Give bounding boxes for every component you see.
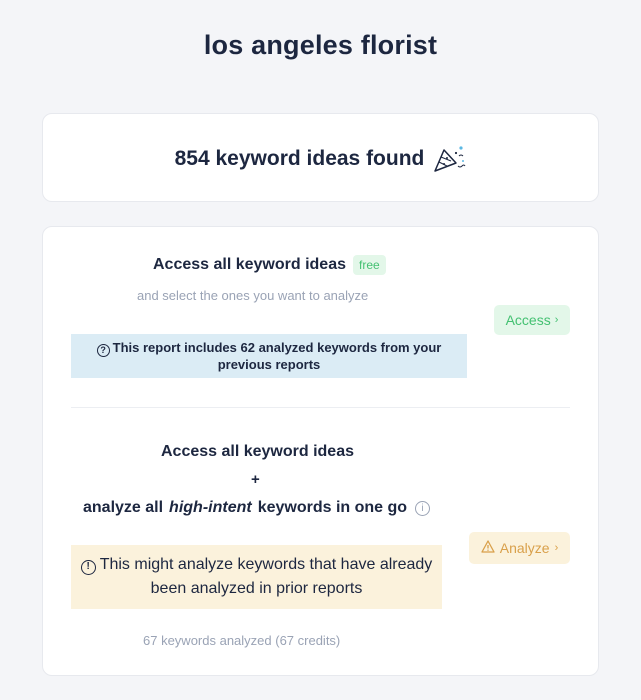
keyword-count-text: 854 keyword ideas found [174,147,425,170]
free-access-subtitle: and select the ones you want to analyze [137,288,369,303]
analyzed-keywords-info-banner: ? This report includes 62 analyzed keywor… [71,334,467,378]
party-popper-icon [432,144,466,174]
access-button-label: Access [505,312,551,328]
info-banner-text: This report includes 62 analyzed keyword… [112,340,442,372]
high-intent-emphasis: high-intent [169,499,252,516]
actions-card: Access all keyword ideas free and select… [42,226,599,676]
analyze-section: Access all keyword ideas + analyze all h… [43,408,598,676]
free-access-title-row: Access all keyword ideas free [153,255,386,275]
reanalysis-warning-banner: ! This might analyze keywords that have a… [71,545,442,609]
analyze-plus: + [251,471,260,488]
access-button[interactable]: Access › [494,305,570,335]
analyze-button-label: Analyze [499,540,550,556]
summary-card: 854 keyword ideas found [42,113,599,202]
chevron-right-icon: › [554,542,559,554]
warning-text: This might analyze keywords that have al… [99,556,433,597]
analyze-line2-prefix: analyze all [83,499,164,516]
analyze-title-line1: Access all keyword ideas [161,443,354,460]
alert-circle-icon: ! [80,560,96,575]
free-access-title: Access all keyword ideas [153,256,346,273]
chevron-right-icon: › [554,314,559,326]
page-title: los angeles florist [203,30,438,60]
analyze-button[interactable]: Analyze › [469,532,570,564]
warning-triangle-icon [481,540,495,556]
free-badge: free [353,255,386,275]
summary-row: 854 keyword ideas found [43,144,598,174]
free-access-section: Access all keyword ideas free and select… [43,227,598,407]
analyze-line2-suffix: keywords in one go [257,499,408,516]
question-circle-icon: ? [96,344,110,357]
analyze-title-line2: analyze all high-intent keywords in one … [83,499,431,517]
credits-summary: 67 keywords analyzed (67 credits) [143,633,341,648]
info-icon[interactable]: i [415,500,431,516]
